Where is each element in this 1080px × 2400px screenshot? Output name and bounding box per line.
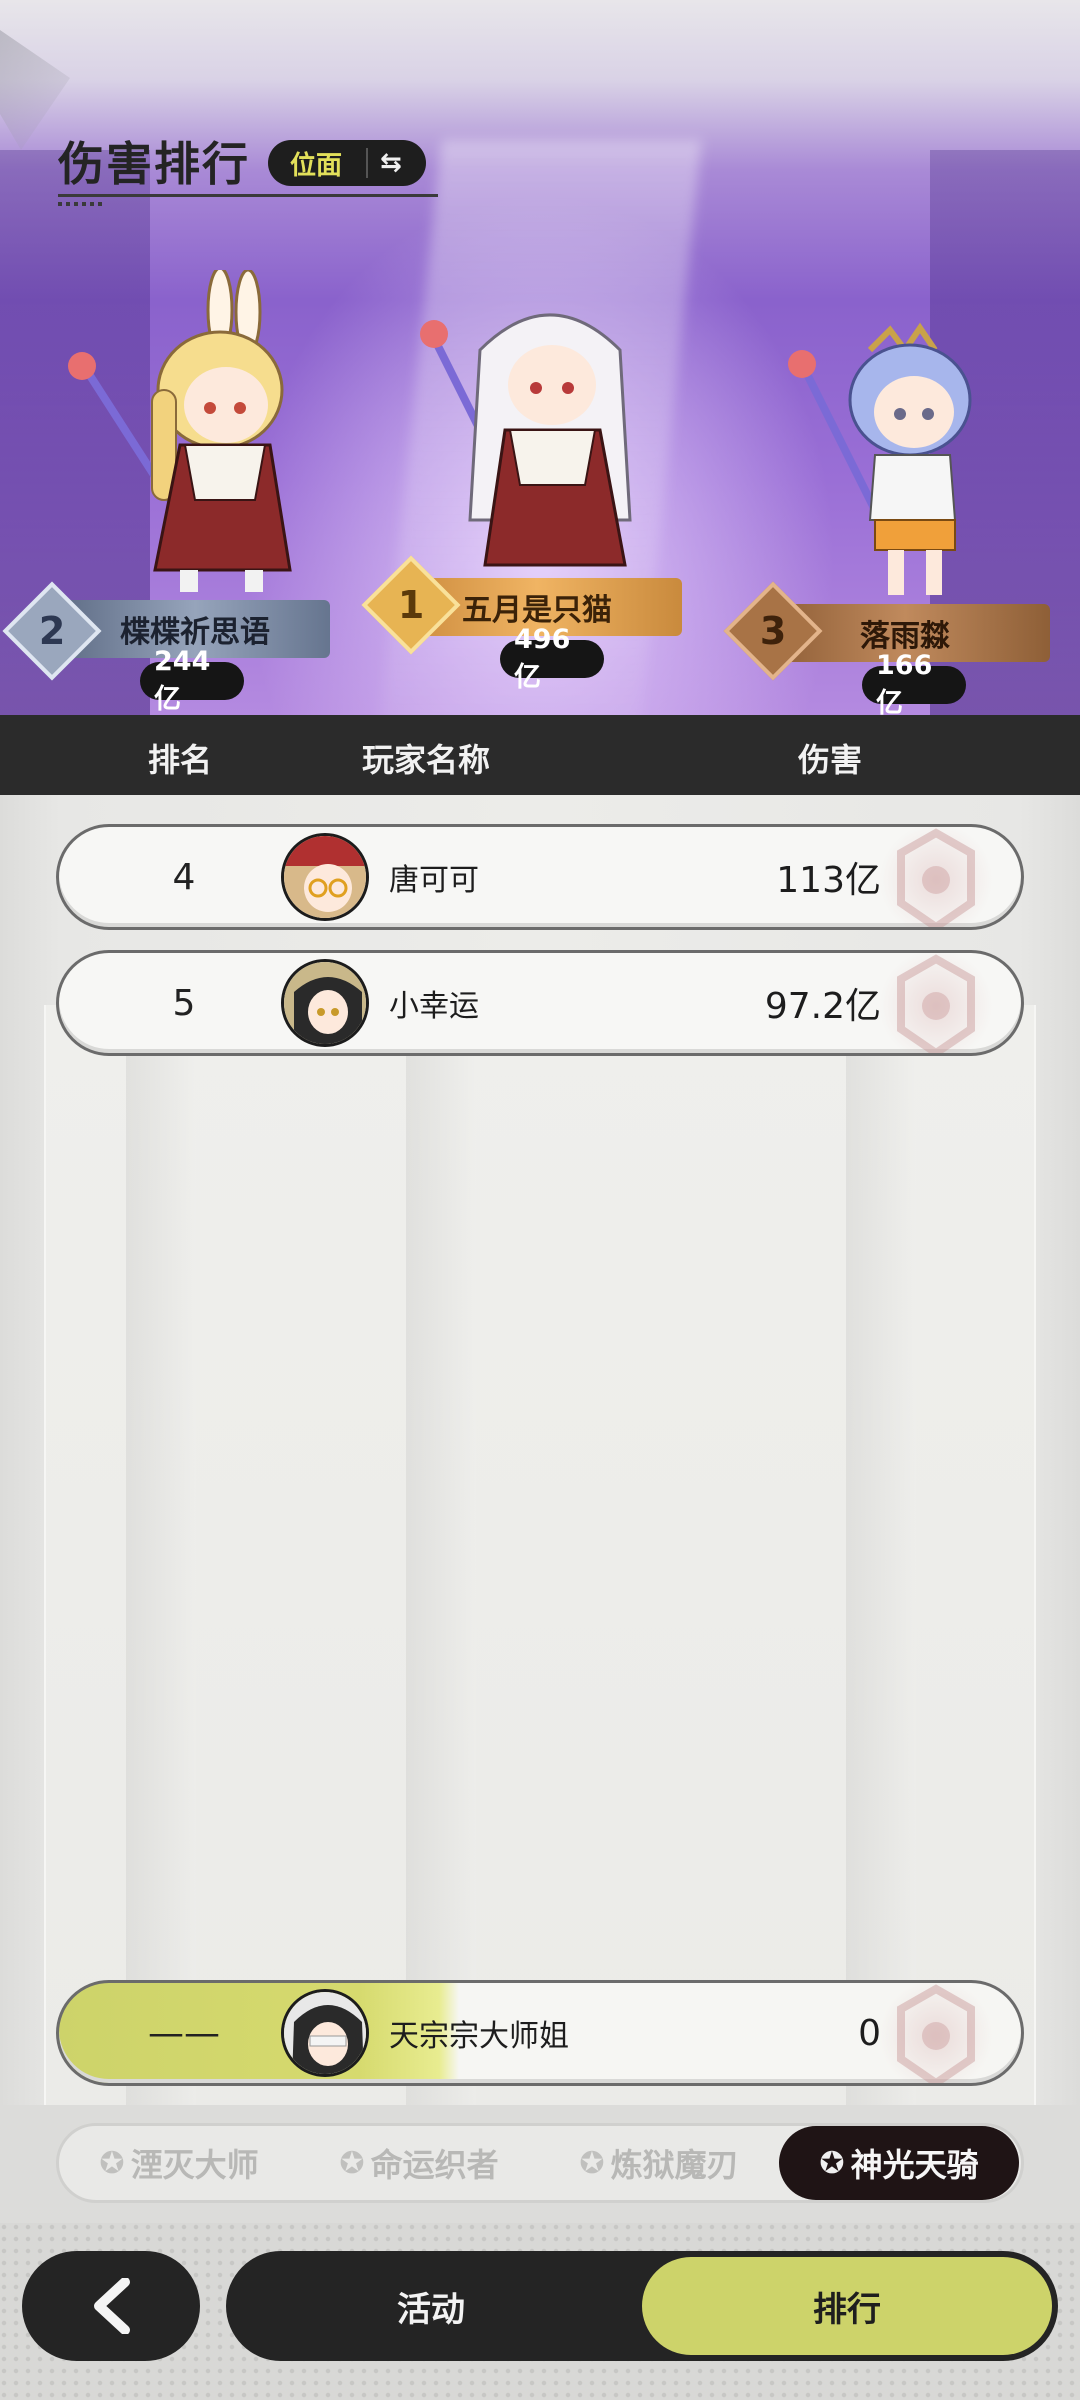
column-header-damage: 伤害 [798,741,863,779]
column-header-rank: 排名 [148,741,213,779]
table-row[interactable]: 5 小幸运 97.2亿 [56,950,1024,1056]
class-emblem-icon [861,1983,1011,2083]
page-title: 伤害排行 [58,137,250,191]
toggle-separator [366,148,368,178]
row-rank: 4 [172,856,196,898]
mode-segmented-control[interactable]: 活动 排行 [226,2251,1058,2361]
player-avatar-rank-1[interactable] [400,290,670,580]
table-header: 排名 玩家名称 伤害 [0,715,1080,795]
character-illustration-icon [788,322,972,595]
chevron-left-icon [94,2278,130,2334]
player-avatar[interactable] [281,959,369,1047]
emblem-icon: ✪ [579,2145,605,2181]
row-player-name: 唐可可 [389,863,479,898]
tab-class-3[interactable]: ✪ 炼狱魔刃 [539,2126,779,2200]
self-avatar[interactable] [281,1989,369,2077]
self-rank-row[interactable]: —— 天宗宗大师姐 0 [56,1980,1024,2086]
tab-class-4[interactable]: ✪ 神光天骑 [779,2126,1019,2200]
player-avatar[interactable] [281,833,369,921]
emblem-icon: ✪ [819,2145,845,2181]
class-emblem-icon [861,953,1011,1053]
tab-class-1[interactable]: ✪ 湮灭大师 [59,2126,299,2200]
column-header-player-name: 玩家名称 [362,741,491,779]
player-avatar-rank-2[interactable] [60,266,300,600]
bottom-navigation: 活动 排行 [0,2223,1080,2400]
emblem-icon: ✪ [99,2145,125,2181]
podium-damage-rank-1: 496亿 [500,624,604,693]
podium-damage-rank-2: 244亿 [140,646,244,715]
title-block: 伤害排行 [58,128,438,206]
back-button[interactable] [22,2251,200,2361]
emblem-icon: ✪ [339,2145,365,2181]
row-rank: 5 [172,982,196,1024]
ranking-tab[interactable]: 排行 [642,2257,1052,2355]
player-avatar-rank-3[interactable] [780,320,1010,610]
class-tabs[interactable]: ✪ 湮灭大师 ✪ 命运织者 ✪ 炼狱魔刃 ✪ 神光天骑 [56,2123,1024,2203]
activity-tab[interactable]: 活动 [226,2251,636,2361]
title-underline [58,194,438,197]
row-player-name: 小幸运 [389,989,479,1024]
plane-toggle-label: 位面 [290,150,343,181]
character-illustration-icon [420,313,632,567]
plane-toggle-button[interactable]: 位面 ⇆ [268,140,426,186]
character-illustration-icon [68,266,292,592]
swap-icon: ⇆ [380,148,402,178]
list-background-panel [44,1005,1036,2105]
podium-damage-rank-3: 166亿 [862,650,966,715]
self-rank: —— [148,2012,220,2054]
class-emblem-icon [861,827,1011,927]
hero-podium: 伤害排行 位面 ⇆ 楪楪祈思语 2 244亿 五月是只猫 1 496亿 落雨㵘 … [0,0,1080,715]
table-row[interactable]: 4 唐可可 113亿 [56,824,1024,930]
self-player-name: 天宗宗大师姐 [389,2019,569,2054]
tab-class-2[interactable]: ✪ 命运织者 [299,2126,539,2200]
title-dots [58,202,106,206]
